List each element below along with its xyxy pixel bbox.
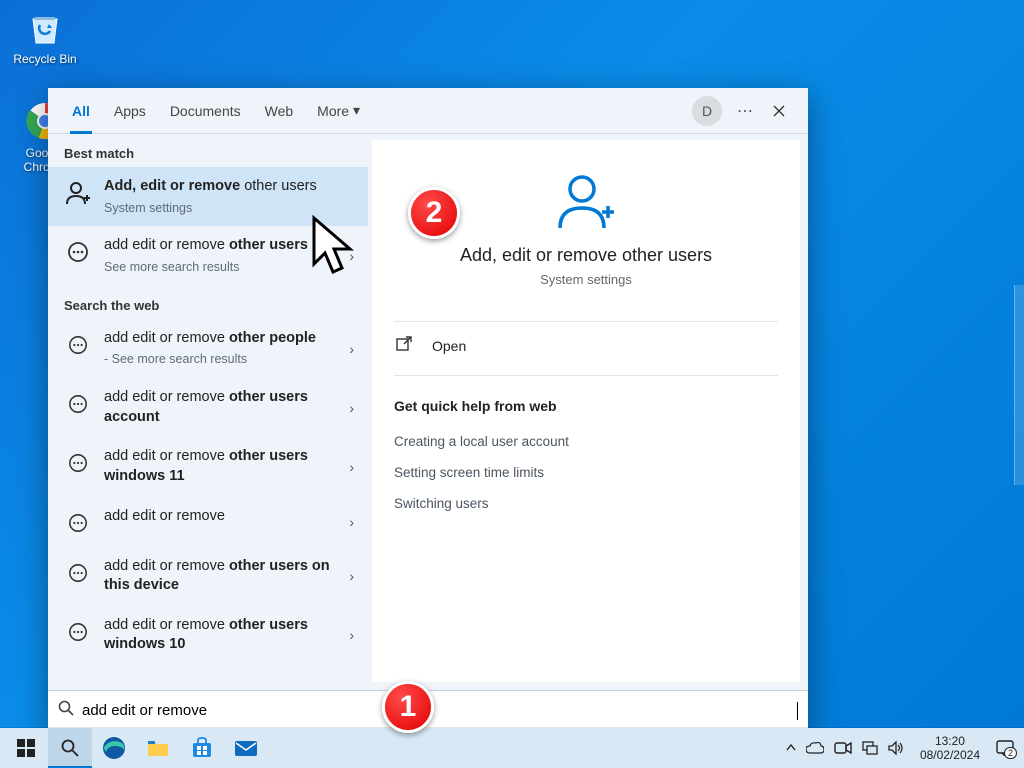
chat-icon bbox=[64, 559, 92, 587]
chat-icon bbox=[64, 449, 92, 477]
tab-documents[interactable]: Documents bbox=[158, 88, 253, 134]
detail-subtitle: System settings bbox=[394, 272, 778, 287]
taskbar-clock[interactable]: 13:20 08/02/2024 bbox=[914, 734, 986, 763]
taskbar-app-explorer[interactable] bbox=[136, 728, 180, 768]
web-result-row[interactable]: add edit or remove other users windows 1… bbox=[48, 606, 368, 665]
chat-icon bbox=[64, 618, 92, 646]
chevron-right-icon: › bbox=[345, 341, 358, 357]
edge-icon bbox=[102, 736, 126, 760]
chevron-right-icon: › bbox=[345, 459, 358, 475]
chevron-right-icon: › bbox=[345, 514, 358, 530]
tab-more[interactable]: More ▾ bbox=[305, 88, 372, 134]
close-icon bbox=[773, 105, 785, 117]
tab-web[interactable]: Web bbox=[253, 88, 306, 134]
section-search-web: Search the web bbox=[48, 286, 368, 319]
tab-apps[interactable]: Apps bbox=[102, 88, 158, 134]
person-add-icon bbox=[64, 179, 92, 207]
quick-link[interactable]: Setting screen time limits bbox=[394, 457, 778, 488]
desktop-icon-label: Recycle Bin bbox=[10, 52, 80, 66]
mail-icon bbox=[234, 738, 258, 758]
onedrive-icon[interactable] bbox=[806, 742, 824, 754]
web-result-row[interactable]: add edit or remove other people - See mo… bbox=[48, 319, 368, 378]
recycle-bin-icon bbox=[24, 6, 66, 48]
search-icon bbox=[58, 700, 74, 721]
text-caret bbox=[797, 702, 798, 720]
annotation-badge-2: 2 bbox=[408, 187, 460, 239]
web-result-row[interactable]: add edit or remove other users windows 1… bbox=[48, 437, 368, 496]
user-avatar[interactable]: D bbox=[692, 96, 722, 126]
detail-title: Add, edit or remove other users bbox=[394, 245, 778, 266]
search-icon bbox=[61, 739, 79, 757]
system-tray: 13:20 08/02/2024 2 bbox=[786, 734, 1020, 763]
taskbar-app-mail[interactable] bbox=[224, 728, 268, 768]
windows-icon bbox=[17, 739, 35, 757]
divider bbox=[394, 375, 778, 376]
chat-icon bbox=[64, 238, 92, 266]
quick-help-title: Get quick help from web bbox=[394, 398, 778, 414]
volume-icon[interactable] bbox=[888, 741, 904, 755]
chevron-down-icon: ▾ bbox=[353, 102, 360, 119]
chevron-right-icon: › bbox=[345, 400, 358, 416]
desktop-icon-recycle-bin[interactable]: Recycle Bin bbox=[10, 6, 80, 66]
cursor-icon bbox=[308, 214, 360, 287]
section-best-match: Best match bbox=[48, 134, 368, 167]
taskbar-app-edge[interactable] bbox=[92, 728, 136, 768]
open-icon bbox=[396, 336, 418, 355]
tab-all[interactable]: All bbox=[60, 88, 102, 134]
chat-icon bbox=[64, 331, 92, 359]
chevron-right-icon: › bbox=[345, 568, 358, 584]
store-icon bbox=[191, 737, 213, 759]
network-icon[interactable] bbox=[862, 741, 878, 755]
notifications-icon[interactable]: 2 bbox=[996, 740, 1014, 756]
web-result-row[interactable]: add edit or remove › bbox=[48, 497, 368, 547]
annotation-badge-1: 1 bbox=[382, 681, 434, 733]
folder-icon bbox=[147, 738, 169, 758]
search-panel: All Apps Documents Web More ▾ D ⋯ Best m… bbox=[48, 88, 808, 730]
search-input[interactable] bbox=[82, 702, 799, 719]
chat-icon bbox=[64, 509, 92, 537]
chat-icon bbox=[64, 390, 92, 418]
tray-overflow-icon[interactable] bbox=[786, 743, 796, 753]
window-peek-bar bbox=[1014, 285, 1024, 485]
taskbar-app-store[interactable] bbox=[180, 728, 224, 768]
chevron-right-icon: › bbox=[345, 627, 358, 643]
start-button[interactable] bbox=[4, 728, 48, 768]
web-result-row[interactable]: add edit or remove other users on this d… bbox=[48, 547, 368, 606]
search-button[interactable] bbox=[48, 728, 92, 768]
search-tabs: All Apps Documents Web More ▾ D ⋯ bbox=[48, 88, 808, 134]
open-action[interactable]: Open bbox=[394, 322, 778, 369]
meet-now-icon[interactable] bbox=[834, 741, 852, 755]
taskbar: 13:20 08/02/2024 2 bbox=[0, 728, 1024, 768]
web-result-row[interactable]: add edit or remove other users account › bbox=[48, 378, 368, 437]
quick-link[interactable]: Creating a local user account bbox=[394, 426, 778, 457]
more-options-button[interactable]: ⋯ bbox=[728, 94, 762, 128]
close-button[interactable] bbox=[762, 94, 796, 128]
person-add-icon bbox=[554, 172, 618, 235]
quick-link[interactable]: Switching users bbox=[394, 488, 778, 519]
